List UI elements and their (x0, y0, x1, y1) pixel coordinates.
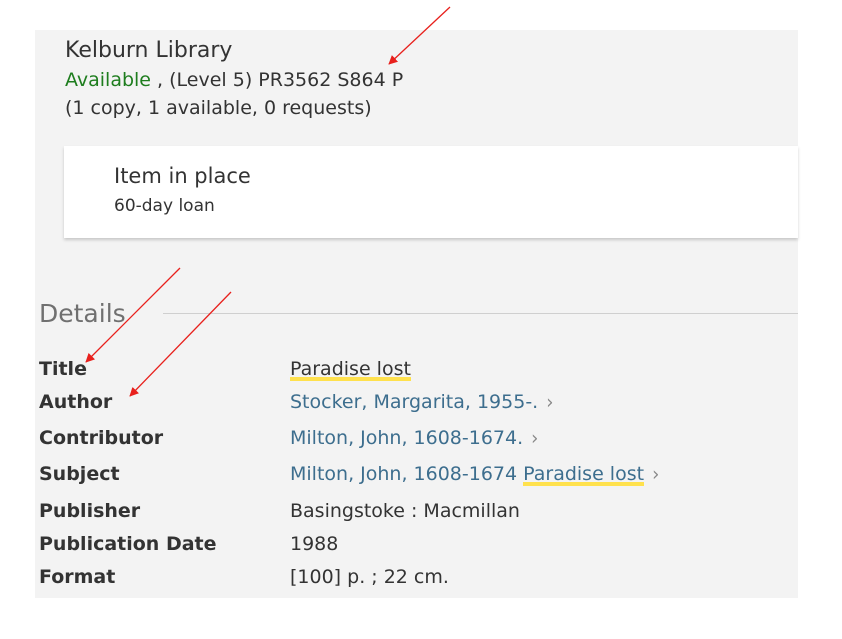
chevron-right-icon[interactable]: › (546, 389, 553, 418)
contributor-label: Contributor (39, 427, 164, 449)
format-value: [100] p. ; 22 cm. (290, 566, 449, 588)
library-name: Kelburn Library (65, 38, 233, 63)
copies-count: (1 copy, 1 available, 0 requests) (65, 97, 372, 119)
title-value: Paradise lost (290, 356, 411, 382)
location-line: Available , (Level 5) PR3562 S864 P (65, 66, 765, 94)
title-label: Title (39, 358, 87, 380)
call-number: , (Level 5) PR3562 S864 P (151, 69, 404, 91)
publisher-value: Basingstoke : Macmillan (290, 500, 520, 522)
contributor-value[interactable]: Milton, John, 1608-1674. › (290, 425, 538, 452)
loan-policy: 60-day loan (114, 196, 215, 216)
details-divider (163, 313, 798, 314)
title-highlight: Paradise lost (290, 358, 411, 381)
author-label: Author (39, 391, 113, 413)
record-panel: Kelburn Library Available , (Level 5) PR… (35, 30, 798, 598)
author-link[interactable]: Stocker, Margarita, 1955-. (290, 391, 538, 413)
details-heading: Details (39, 299, 126, 328)
subject-link[interactable]: Milton, John, 1608-1674 (290, 463, 523, 485)
chevron-right-icon[interactable]: › (531, 425, 538, 454)
format-label: Format (39, 566, 116, 588)
publication-date-value: 1988 (290, 533, 339, 555)
author-value[interactable]: Stocker, Margarita, 1955-. › (290, 389, 553, 416)
subject-label: Subject (39, 463, 120, 485)
subject-title-link[interactable]: Paradise lost (523, 463, 645, 486)
chevron-right-icon[interactable]: › (652, 461, 659, 490)
availability-status: Available (65, 69, 152, 91)
publication-date-label: Publication Date (39, 533, 217, 555)
item-status: Item in place (114, 164, 251, 188)
subject-value[interactable]: Milton, John, 1608-1674 Paradise lost › (290, 461, 659, 488)
item-card[interactable]: Item in place 60-day loan (64, 146, 798, 238)
contributor-link[interactable]: Milton, John, 1608-1674. (290, 427, 523, 449)
publisher-label: Publisher (39, 500, 141, 522)
holding-summary[interactable]: Kelburn Library Available , (Level 5) PR… (65, 36, 765, 122)
